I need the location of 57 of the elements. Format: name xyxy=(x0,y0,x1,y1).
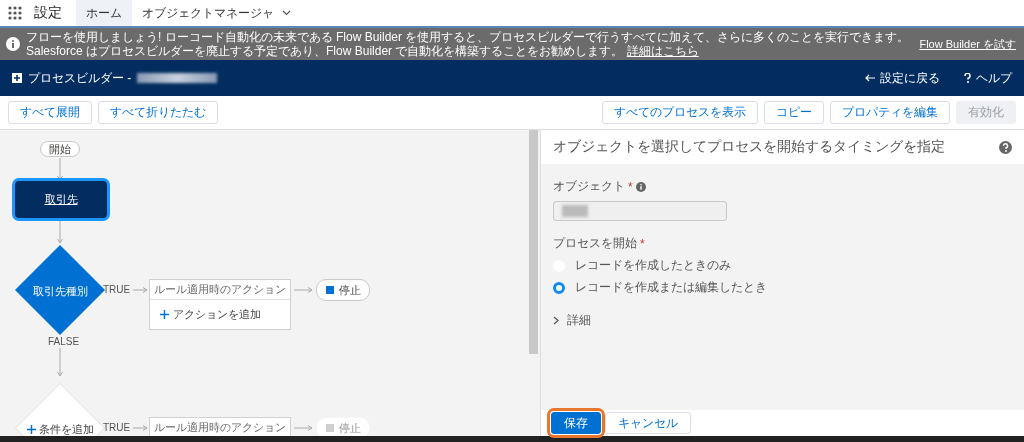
stop-node: 停止 xyxy=(316,417,370,436)
nav-tab[interactable]: ホーム xyxy=(76,0,132,26)
details-link[interactable]: 詳細はこちら xyxy=(626,44,699,58)
info-icon xyxy=(635,181,646,192)
app-launcher-icon[interactable] xyxy=(8,6,22,20)
start-node: 開始 xyxy=(40,141,80,157)
info-icon xyxy=(6,37,20,51)
connector-arrow xyxy=(57,221,63,243)
false-label: FALSE xyxy=(48,336,80,347)
criteria-label: 取引先種別 xyxy=(31,284,89,299)
plus-icon xyxy=(160,310,169,319)
connector-arrow xyxy=(294,287,312,293)
redacted-value xyxy=(562,205,588,217)
plus-icon xyxy=(26,425,36,434)
connector-arrow xyxy=(57,348,63,376)
toolbar-button[interactable]: コピー xyxy=(764,101,824,124)
stop-icon xyxy=(325,286,334,294)
radio-label: レコードを作成したときのみ xyxy=(575,257,731,274)
start-process-label: プロセスを開始 xyxy=(553,235,637,252)
toolbar-button[interactable]: プロパティを編集 xyxy=(830,101,950,124)
true-label: TRUE xyxy=(103,422,131,433)
object-field[interactable] xyxy=(553,201,727,221)
cancel-button[interactable]: キャンセル xyxy=(605,412,691,434)
true-label: TRUE xyxy=(103,284,131,295)
object-node[interactable]: 取引先 xyxy=(15,181,107,218)
process-icon xyxy=(12,73,22,83)
radio-button[interactable] xyxy=(553,281,565,294)
help-link[interactable]: ヘルプ xyxy=(964,69,1012,87)
try-flow-builder-link[interactable]: Flow Builder を試す xyxy=(919,37,1016,51)
details-toggle[interactable]: 詳細 xyxy=(553,312,591,329)
arrow-left-icon xyxy=(865,74,875,82)
help-icon xyxy=(964,73,971,83)
add-action-link[interactable]: アクションを追加 xyxy=(150,300,290,329)
connector-arrow xyxy=(133,287,147,293)
stop-node: 停止 xyxy=(316,279,370,301)
toolbar-button[interactable]: すべて折りたたむ xyxy=(98,101,218,124)
scrollbar[interactable] xyxy=(529,130,538,354)
app-name: 設定 xyxy=(34,4,62,22)
criteria-diamond[interactable] xyxy=(15,245,105,335)
required-mark: * xyxy=(628,179,633,194)
required-mark: * xyxy=(640,236,645,251)
toolbar-button[interactable]: すべて展開 xyxy=(8,101,92,124)
action-header: ルール適用時のアクション xyxy=(150,280,290,300)
chevron-icon xyxy=(553,316,559,325)
radio-label: レコードを作成または編集したとき xyxy=(575,279,767,296)
connector-arrow xyxy=(294,425,312,431)
panel-title: オブジェクトを選択してプロセスを開始するタイミングを指定 xyxy=(553,138,945,156)
help-icon[interactable] xyxy=(999,140,1012,154)
page-title: プロセスビルダー - xyxy=(28,69,132,87)
banner-message: フローを使用しましょう! ローコード自動化の未来である Flow Builder を使用すると、プロセスビルダーで行うすべてに加えて、さらに多くのことを実行できます。Salesforce はプロセスビルダーを廃止する予定であり、Flow Builder で自動化を構築することをお勧めします。 詳細はこちら xyxy=(26,30,911,58)
connector-arrow xyxy=(133,425,147,431)
chevron-down-icon[interactable] xyxy=(282,10,291,16)
object-label: オブジェクト xyxy=(553,178,625,195)
stop-icon xyxy=(325,424,334,432)
back-to-setup-link[interactable]: 設定に戻る xyxy=(865,69,940,87)
nav-tab[interactable]: オブジェクトマネージャ xyxy=(132,0,301,26)
toolbar-button[interactable]: すべてのプロセスを表示 xyxy=(602,101,758,124)
